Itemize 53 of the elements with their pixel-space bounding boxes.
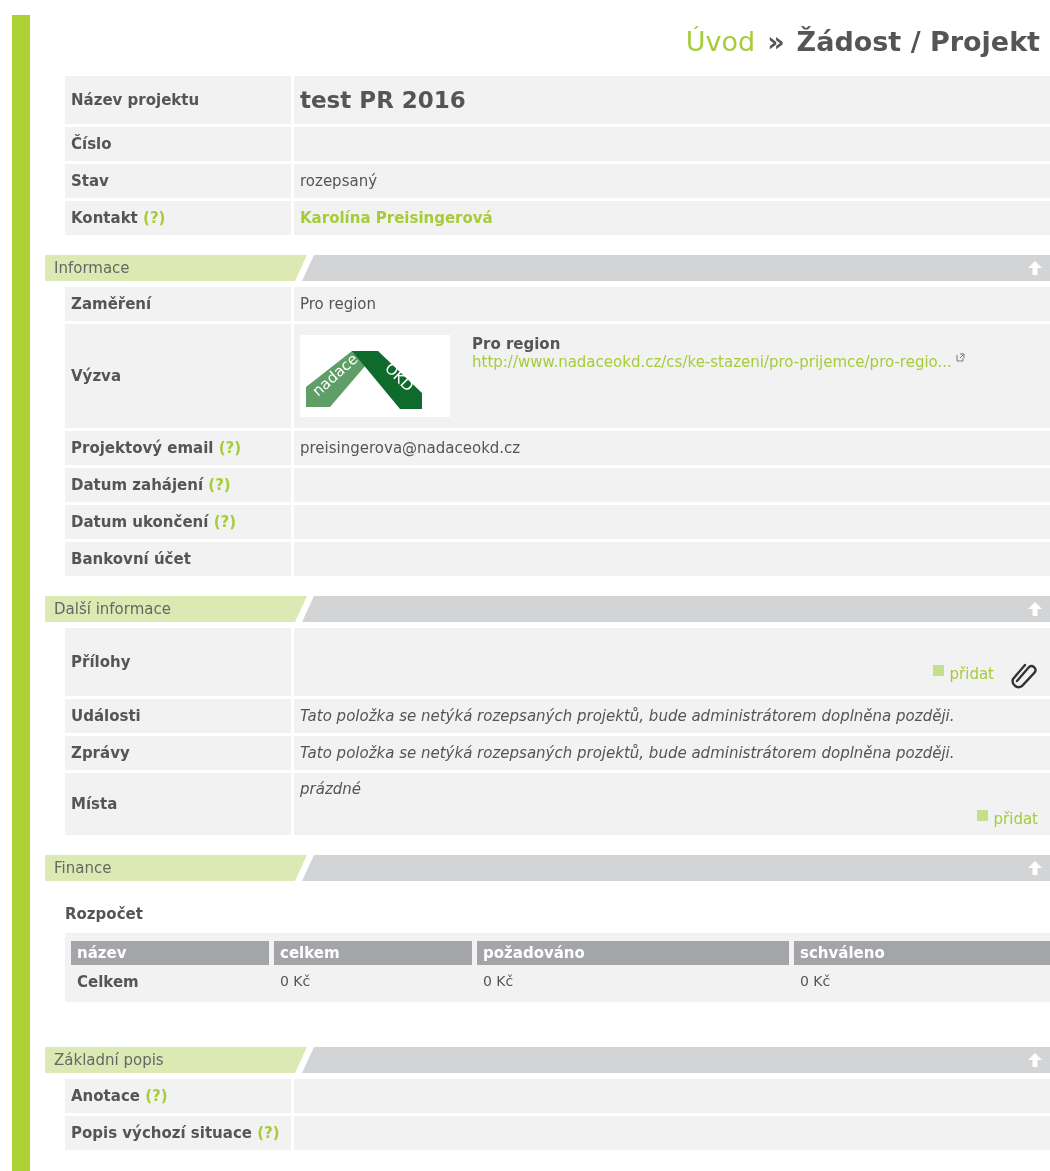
project-name: test PR 2016 (300, 87, 466, 113)
collapse-button[interactable] (1026, 600, 1044, 618)
note-text: prázdné (300, 780, 362, 799)
column-header: schváleno (794, 941, 1050, 965)
field-label: Zprávy (71, 744, 130, 762)
collapse-button[interactable] (1026, 259, 1044, 277)
help-link[interactable]: (?) (213, 512, 237, 531)
help-link[interactable]: (?) (143, 208, 166, 227)
field-value: rozepsaný (300, 172, 378, 190)
table-title: Rozpočet (65, 904, 143, 925)
field-label: Anotace (?) (71, 1087, 168, 1105)
help-link[interactable]: (?) (218, 438, 242, 457)
plus-icon (932, 664, 944, 676)
field-label: Kontakt (?) (71, 209, 166, 227)
help-link[interactable]: (?) (208, 475, 231, 494)
note-text: Tato položka se netýká rozepsaných projektů, bude administrátorem doplněna později. (300, 743, 955, 763)
column-header: název (71, 941, 269, 965)
add-link[interactable]: přidat (976, 810, 1038, 828)
help-link[interactable]: (?) (145, 1086, 168, 1105)
section-header: Další informace (45, 596, 307, 622)
breadcrumb-separator: » (767, 26, 785, 57)
home-link[interactable]: Úvod (685, 26, 756, 57)
field-label: Datum ukončení (?) (71, 513, 237, 531)
field-label: Události (71, 707, 141, 725)
collapse-button[interactable] (1026, 1051, 1044, 1069)
section-header: Informace (45, 255, 307, 281)
field-label: Výzva (71, 367, 122, 385)
field-value: Pro region (300, 295, 376, 313)
page-title: Žádost / Projekt (796, 26, 1040, 57)
help-link[interactable]: (?) (257, 1123, 280, 1142)
external-link-icon (955, 353, 965, 362)
field-value: preisingerova@nadaceokd.cz (300, 439, 521, 457)
contact-link[interactable]: Karolína Preisingerová (300, 209, 493, 227)
call-link[interactable]: http://www.nadaceokd.cz/cs/ke-stazeni/pro-prijemce/pro-regio... (472, 353, 952, 371)
collapse-button[interactable] (1026, 859, 1044, 877)
field-label: Popis výchozí situace (?) (71, 1124, 280, 1142)
field-label: Datum zahájení (?) (71, 476, 231, 494)
call-name: Pro region (472, 335, 562, 353)
plus-icon (976, 809, 988, 821)
field-label: Projektový email (?) (71, 439, 242, 457)
field-label: Stav (71, 172, 109, 190)
column-header: požadováno (477, 941, 789, 965)
section-header: Základní popis (45, 1047, 307, 1073)
column-header: celkem (274, 941, 472, 965)
section-header: Finance (45, 855, 307, 881)
field-label: Zaměření (71, 295, 152, 313)
add-link[interactable]: přidat (932, 665, 994, 683)
field-label: Bankovní účet (71, 550, 191, 568)
field-label: Název projektu (71, 91, 200, 109)
field-label: Přílohy (71, 653, 131, 671)
note-text: Tato položka se netýká rozepsaných projektů, bude administrátorem doplněna později. (300, 706, 955, 726)
field-label: Číslo (71, 135, 112, 153)
field-label: Místa (71, 795, 118, 813)
